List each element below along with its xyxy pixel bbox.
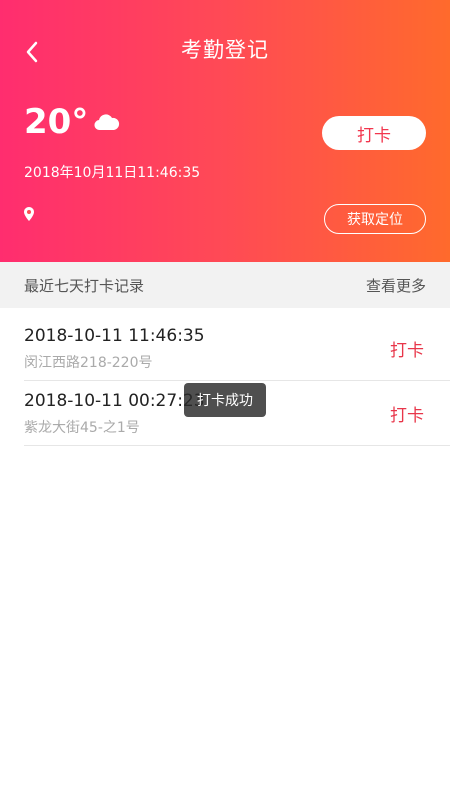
header: 考勤登记 20° 2018年10月11日11:46:35 打卡 获取定位: [0, 0, 450, 262]
toast-message: 打卡成功: [184, 383, 266, 417]
current-datetime: 2018年10月11日11:46:35: [24, 165, 201, 181]
weather: 20°: [24, 102, 120, 142]
record-address: 闵江西路218-220号: [24, 355, 153, 371]
record-address: 紫龙大街45-之1号: [24, 420, 140, 436]
record-time: 2018-10-11 00:27:23: [24, 391, 205, 411]
punch-button[interactable]: 打卡: [322, 116, 426, 150]
view-more-link[interactable]: 查看更多: [366, 275, 426, 296]
divider: [24, 445, 450, 446]
location-pin-icon: [24, 206, 34, 225]
records-section-title: 最近七天打卡记录: [24, 277, 145, 295]
record-time: 2018-10-11 11:46:35: [24, 326, 205, 346]
records-section-header: 最近七天打卡记录 查看更多: [0, 262, 450, 308]
record-punch-button[interactable]: 打卡: [390, 401, 424, 426]
list-item: 2018-10-11 11:46:35 闵江西路218-220号 打卡: [0, 316, 450, 380]
cloud-icon: [94, 113, 120, 135]
temperature: 20°: [24, 102, 89, 142]
page-title: 考勤登记: [181, 38, 269, 62]
get-location-button[interactable]: 获取定位: [324, 204, 426, 234]
record-punch-button[interactable]: 打卡: [390, 336, 424, 361]
